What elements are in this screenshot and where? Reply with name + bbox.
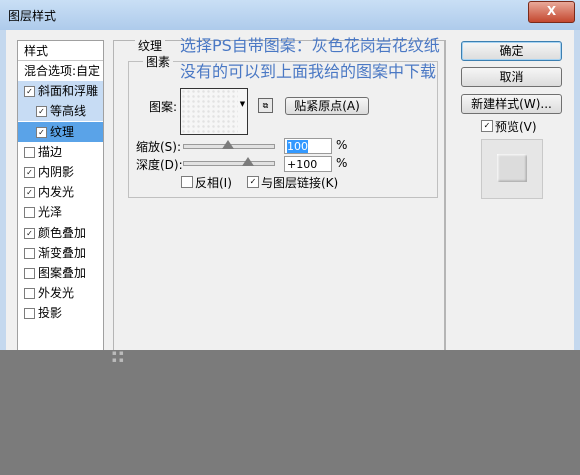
style-item-label: 颜色叠加	[38, 225, 87, 240]
style-item-label: 光泽	[38, 205, 63, 220]
invert-label: 反相(I)	[195, 176, 232, 190]
style-item[interactable]: ✓ 颜色叠加	[18, 223, 103, 243]
scale-unit: %	[336, 138, 348, 152]
style-item-label: 纹理	[50, 124, 75, 139]
style-item[interactable]: ✓ 内发光	[18, 182, 103, 202]
style-item[interactable]: 渐变叠加	[18, 243, 103, 263]
scale-value: 100	[287, 140, 308, 153]
style-item-label: 内发光	[38, 185, 75, 200]
style-item[interactable]: ✓ 纹理	[18, 121, 103, 142]
close-button[interactable]: X	[528, 1, 575, 23]
style-item[interactable]: 光泽	[18, 202, 103, 222]
resize-grip-icon[interactable]: ▪ ▪ ▪ ▪	[112, 350, 124, 364]
pattern-group-title: 图素	[143, 53, 174, 70]
style-item[interactable]: ✓ 等高线	[18, 101, 103, 122]
link-with-layer-label: 与图层链接(K)	[261, 176, 339, 190]
ok-button[interactable]: 确定	[461, 41, 562, 61]
window-right-border	[574, 30, 580, 350]
scale-slider-thumb[interactable]	[222, 140, 234, 149]
style-checkbox[interactable]	[24, 207, 35, 219]
link-with-layer-checkbox[interactable]: ✓	[247, 176, 259, 188]
preview-label: 预览(V)	[495, 120, 537, 134]
depth-input[interactable]: +100	[284, 156, 332, 172]
styles-list-header[interactable]: 样式	[18, 41, 103, 61]
style-item-label: 斜面和浮雕	[38, 84, 99, 99]
style-item-label: 渐变叠加	[38, 245, 87, 260]
new-preset-icon[interactable]: ⧉	[258, 98, 273, 113]
style-preview-swatch	[497, 154, 527, 182]
style-item-label: 投影	[38, 306, 63, 321]
depth-unit: %	[336, 156, 348, 170]
overlay-annotation-line1: 选择PS自带图案：灰色花岗岩花纹纸	[180, 36, 440, 55]
style-checkbox[interactable]	[24, 146, 35, 158]
texture-section-title: 纹理	[135, 37, 166, 54]
style-item-label: 描边	[38, 144, 63, 159]
style-checkbox[interactable]: ✓	[24, 187, 35, 199]
style-item-label: 内阴影	[38, 165, 75, 179]
style-checkbox[interactable]: ✓	[24, 86, 35, 98]
title-bar: 图层样式 X	[0, 0, 580, 31]
style-item[interactable]: 描边	[18, 142, 103, 162]
pattern-swatch[interactable]	[180, 88, 240, 135]
scale-input[interactable]: 100	[284, 138, 332, 154]
invert-checkbox[interactable]	[181, 176, 193, 188]
pattern-label: 图案:	[149, 100, 178, 114]
pattern-dropdown-arrow[interactable]: ▼	[238, 88, 248, 135]
depth-label: 深度(D):	[136, 158, 183, 172]
style-checkbox[interactable]	[24, 288, 35, 300]
overlay-annotation-line2: 没有的可以到上面我给的图案中下载	[180, 62, 437, 81]
cancel-button[interactable]: 取消	[461, 67, 562, 87]
style-checkbox[interactable]	[24, 268, 35, 279]
scale-label: 缩放(S):	[136, 140, 182, 154]
style-item-label: 图案叠加	[38, 266, 87, 280]
style-checkbox[interactable]: ✓	[36, 126, 47, 138]
style-item-label: 等高线	[50, 104, 87, 119]
style-checkbox[interactable]: ✓	[24, 227, 35, 239]
style-preview	[481, 139, 543, 199]
style-item[interactable]: 混合选项:自定	[18, 61, 103, 81]
style-checkbox[interactable]	[24, 247, 35, 259]
style-item-label: 外发光	[38, 286, 75, 301]
style-checkbox[interactable]: ✓	[36, 106, 47, 118]
depth-slider[interactable]	[183, 161, 275, 166]
preview-checkbox[interactable]: ✓	[481, 120, 493, 132]
style-item[interactable]: 投影	[18, 303, 103, 323]
style-checkbox[interactable]	[24, 308, 35, 320]
style-item-label: 混合选项:自定	[24, 64, 101, 78]
column-divider	[445, 40, 446, 352]
depth-slider-thumb[interactable]	[241, 157, 254, 166]
style-item[interactable]: ✓ 斜面和浮雕	[18, 81, 103, 102]
new-style-button[interactable]: 新建样式(W)...	[461, 94, 562, 114]
style-item[interactable]: 图案叠加	[18, 263, 103, 283]
style-item[interactable]: 外发光	[18, 283, 103, 303]
snap-to-origin-button[interactable]: 贴紧原点(A)	[285, 97, 369, 115]
style-checkbox[interactable]: ✓	[24, 167, 35, 178]
styles-list: 样式 混合选项:自定 ✓ 斜面和浮雕 ✓ 等高线 ✓ 纹理 描边 ✓ 内阴影 ✓ 内发光 光泽 ✓ 颜色叠加…	[17, 40, 104, 354]
background-area	[0, 350, 580, 475]
style-item[interactable]: ✓ 内阴影	[18, 162, 103, 182]
window-title: 图层样式	[8, 9, 57, 23]
